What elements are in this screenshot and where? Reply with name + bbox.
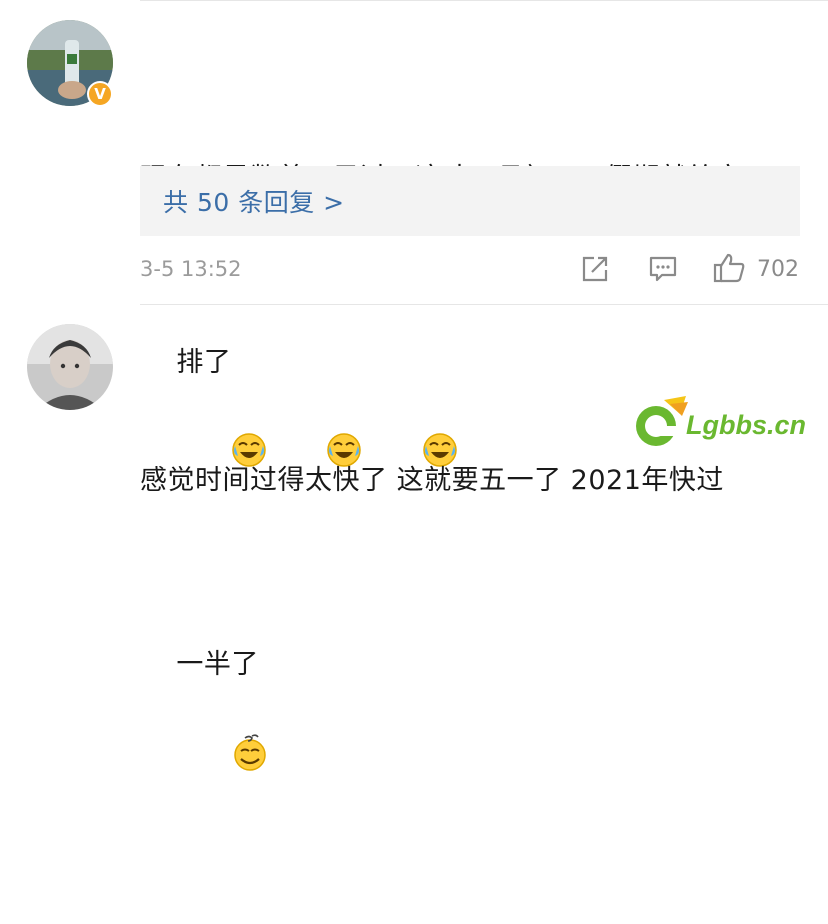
watermark-logo: Lgbbs.cn — [628, 392, 828, 456]
top-divider — [140, 0, 828, 1]
comment-text-line2-row: 一半了 — [140, 596, 820, 879]
comment-icon[interactable] — [648, 254, 678, 288]
comment-timestamp: 3-5 13:52 — [140, 257, 242, 281]
like-count: 702 — [757, 257, 799, 282]
avatar[interactable] — [27, 324, 113, 410]
view-replies-link[interactable]: 共 50 条回复 > — [163, 183, 345, 219]
dizzy-sweat-emoji — [176, 688, 269, 833]
watermark-text: Lgbbs.cn — [686, 410, 806, 440]
verified-badge: V — [87, 81, 113, 107]
comment-divider — [140, 304, 828, 305]
share-icon[interactable] — [580, 254, 610, 288]
like-icon[interactable] — [713, 252, 747, 288]
replies-box[interactable]: 共 50 条回复 > — [140, 166, 800, 236]
comment-text-line2: 一半了 — [176, 649, 259, 680]
comment-text-line1: 感觉时间过得太快了 这就要五一了 2021年快过 — [140, 465, 724, 496]
